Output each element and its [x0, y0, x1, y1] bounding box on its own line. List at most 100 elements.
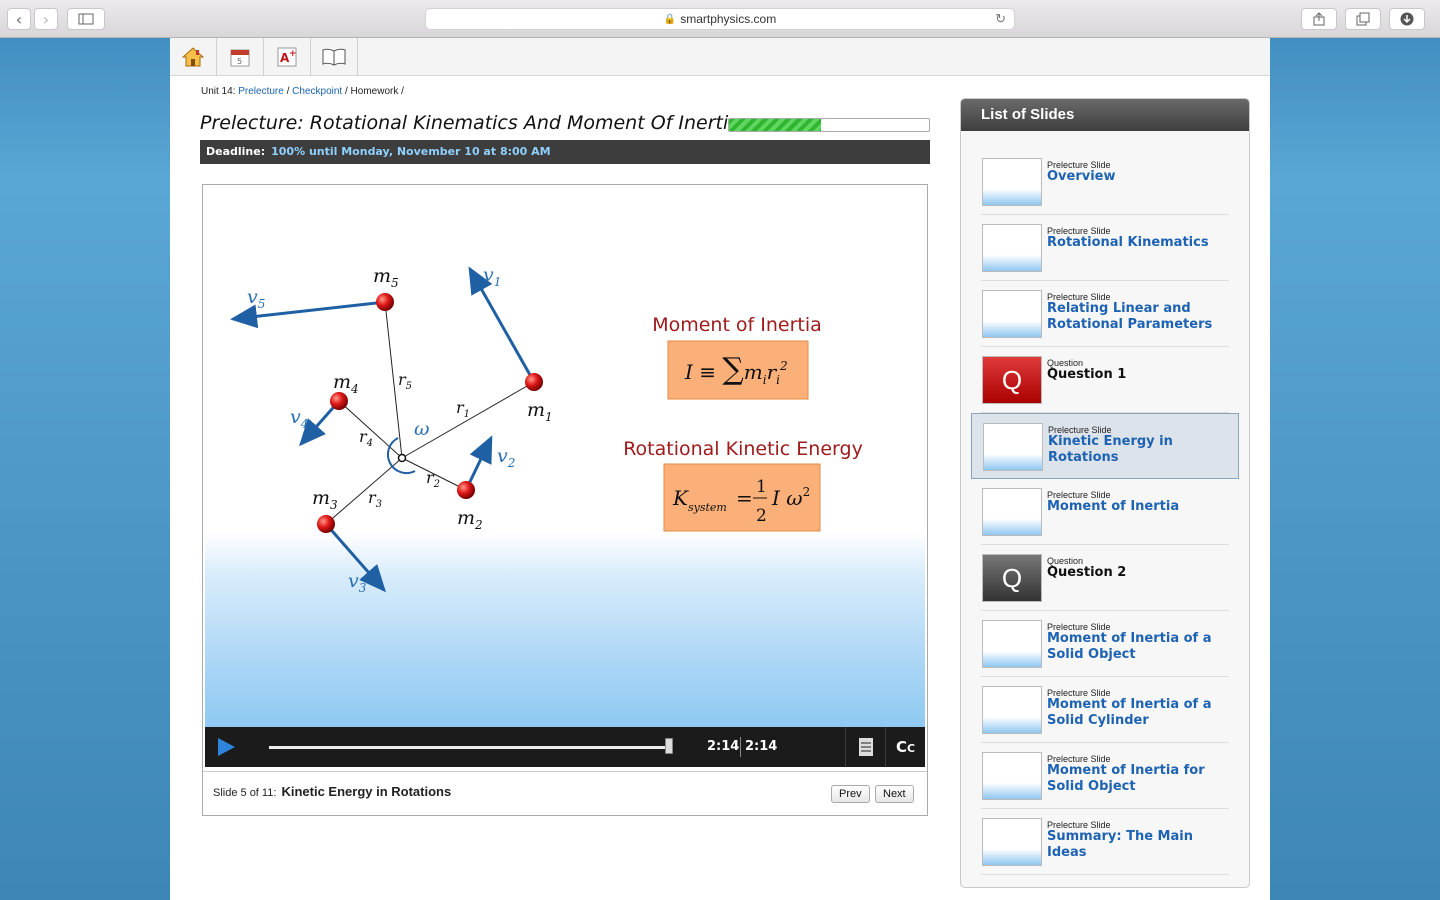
share-button[interactable]	[1301, 8, 1337, 30]
current-slide-name: Kinetic Energy in Rotations	[281, 784, 452, 799]
svg-text:v4: v4	[290, 406, 308, 431]
tabs-button[interactable]	[1345, 8, 1381, 30]
slide-list-item[interactable]: Q Question Question 1	[981, 347, 1229, 413]
sidebar-toggle-button[interactable]	[67, 8, 105, 30]
breadcrumb-checkpoint-link[interactable]: Checkpoint	[292, 86, 342, 97]
seek-track[interactable]	[269, 746, 669, 749]
breadcrumb-prelecture-link[interactable]: Prelecture	[238, 86, 284, 97]
svg-text:r1: r1	[456, 398, 470, 420]
svg-text:1: 1	[756, 477, 767, 497]
radius-lines	[325, 301, 535, 525]
svg-text:ω: ω	[414, 418, 430, 440]
svg-text:r5: r5	[398, 370, 412, 392]
url-text: smartphysics.com	[680, 12, 777, 26]
slide-list-item[interactable]: Q Question Question 2	[981, 545, 1229, 611]
slide-thumbnail	[982, 818, 1042, 866]
page-title: Prelecture: Rotational Kinematics And Mo…	[200, 112, 740, 134]
download-icon	[1400, 12, 1414, 26]
home-icon	[182, 47, 204, 67]
address-bar[interactable]: 🔒 smartphysics.com ↻	[425, 8, 1015, 30]
slide-list-item[interactable]: Prelecture Slide Kinetic Energy in Rotati…	[971, 413, 1239, 479]
mass-balls	[317, 293, 543, 533]
svg-text:v3: v3	[348, 570, 367, 595]
calendar-icon: 5	[230, 49, 250, 67]
forward-button[interactable]: ›	[34, 8, 58, 30]
sidebar-icon	[78, 13, 94, 25]
slide-list-item[interactable]: Prelecture Slide Overview	[981, 149, 1229, 215]
slide-position: Slide 5 of 11:	[213, 787, 277, 799]
svg-text:r3: r3	[368, 488, 382, 510]
breadcrumb-separator: /	[344, 86, 348, 97]
breadcrumb: Unit 14: Prelecture / Checkpoint / Homew…	[201, 86, 404, 97]
velocity-arrows	[230, 266, 536, 593]
slide-item-name: Moment of Inertia	[1047, 499, 1180, 514]
browser-toolbar: ‹ › 🔒 smartphysics.com ↻	[0, 0, 1440, 38]
slide-list-item[interactable]: Prelecture Slide Relating Linear and Rota…	[981, 281, 1229, 347]
svg-text:m2: m2	[457, 507, 483, 532]
question-thumbnail-icon: Q	[982, 356, 1042, 404]
tabs-icon	[1356, 12, 1370, 26]
svg-text:m1: m1	[527, 399, 553, 424]
transcript-button[interactable]	[845, 727, 885, 767]
deadline-bar: Deadline: 100% until Monday, November 10 …	[200, 140, 930, 164]
player-controls: 2:14 2:14 CC	[205, 727, 925, 767]
slide-thumbnail	[982, 290, 1042, 338]
downloads-button[interactable]	[1389, 8, 1425, 30]
play-icon[interactable]	[216, 737, 236, 757]
current-time: 2:14	[707, 739, 740, 754]
slide-list-item[interactable]: Prelecture Slide Moment of Inertia of a S…	[981, 611, 1229, 677]
grades-button[interactable]: A +	[264, 38, 311, 76]
seek-handle[interactable]	[665, 738, 673, 754]
slide-list-item[interactable]: Prelecture Slide Moment of Inertia of a S…	[981, 677, 1229, 743]
slide-list-item[interactable]: Prelecture Slide Moment of Inertia	[981, 479, 1229, 545]
slide-footer: Slide 5 of 11: Kinetic Energy in Rotatio…	[203, 771, 927, 815]
next-button[interactable]: Next	[875, 785, 914, 803]
slide-item-name: Summary: The Main Ideas	[1047, 829, 1193, 860]
breadcrumb-separator: /	[286, 86, 290, 97]
slide-item-name: Question 1	[1047, 367, 1127, 382]
slide-item-name: Question 2	[1047, 565, 1127, 580]
svg-text:=: =	[736, 486, 753, 510]
grade-a-plus-icon: A +	[277, 47, 297, 67]
slide-player: m5 m4 m3 m2 m1 r5 r1 r4 r2 r3 v5 v1 v4 v…	[202, 184, 928, 816]
slide-item-name: Overview	[1047, 169, 1116, 184]
captions-icon: CC	[895, 738, 916, 756]
rotation-axis	[397, 453, 407, 463]
slide-item-name: Relating Linear and Rotational Parameter…	[1047, 301, 1213, 332]
total-time: 2:14	[745, 739, 778, 754]
home-button[interactable]	[170, 38, 217, 76]
svg-text:2: 2	[756, 506, 767, 526]
slide-diagram: m5 m4 m3 m2 m1 r5 r1 r4 r2 r3 v5 v1 v4 v…	[230, 264, 863, 595]
svg-text:v2: v2	[497, 445, 515, 470]
slides-list-panel: List of Slides Prelecture Slide Overview P…	[960, 98, 1250, 888]
share-icon	[1313, 12, 1325, 26]
closed-captions-button[interactable]: CC	[885, 727, 925, 767]
lock-icon: 🔒	[663, 13, 677, 25]
reload-icon[interactable]: ↻	[995, 11, 1006, 27]
page: 5 A + Unit 14: Prelecture / Checkpoint / …	[170, 38, 1270, 900]
slide-list-item[interactable]: Prelecture Slide Moment of Inertia for So…	[981, 743, 1229, 809]
app-toolbar: 5 A +	[170, 38, 1270, 76]
time-divider	[740, 737, 741, 757]
back-button[interactable]: ‹	[7, 8, 31, 30]
svg-text:m5: m5	[373, 265, 399, 290]
slide-position-label: Slide 5 of 11: Kinetic Energy in Rotatio…	[213, 784, 451, 799]
prev-button[interactable]: Prev	[831, 785, 870, 803]
slide-item-name: Kinetic Energy in Rotations	[1048, 434, 1173, 465]
calendar-button[interactable]: 5	[217, 38, 264, 76]
svg-text:m4: m4	[333, 371, 359, 396]
svg-text:m3: m3	[312, 487, 338, 512]
breadcrumb-separator: /	[401, 86, 404, 97]
radius-labels: r5 r1 r4 r2 r3	[359, 370, 470, 510]
slides-list-title: List of Slides	[961, 99, 1249, 131]
svg-text:5: 5	[237, 57, 242, 66]
slide-item-name: Moment of Inertia of a Solid Cylinder	[1047, 697, 1212, 728]
svg-text:r2: r2	[426, 468, 440, 490]
slide-list-item[interactable]: Prelecture Slide Rotational Kinematics	[981, 215, 1229, 281]
slide-canvas: m5 m4 m3 m2 m1 r5 r1 r4 r2 r3 v5 v1 v4 v…	[205, 187, 925, 727]
slide-heading-kinetic: Rotational Kinetic Energy	[623, 438, 863, 460]
slide-list-item[interactable]: Prelecture Slide Summary: The Main Ideas	[981, 809, 1229, 875]
breadcrumb-prefix: Unit 14:	[201, 86, 236, 97]
book-button[interactable]	[311, 38, 358, 76]
svg-text:+: +	[289, 49, 297, 59]
